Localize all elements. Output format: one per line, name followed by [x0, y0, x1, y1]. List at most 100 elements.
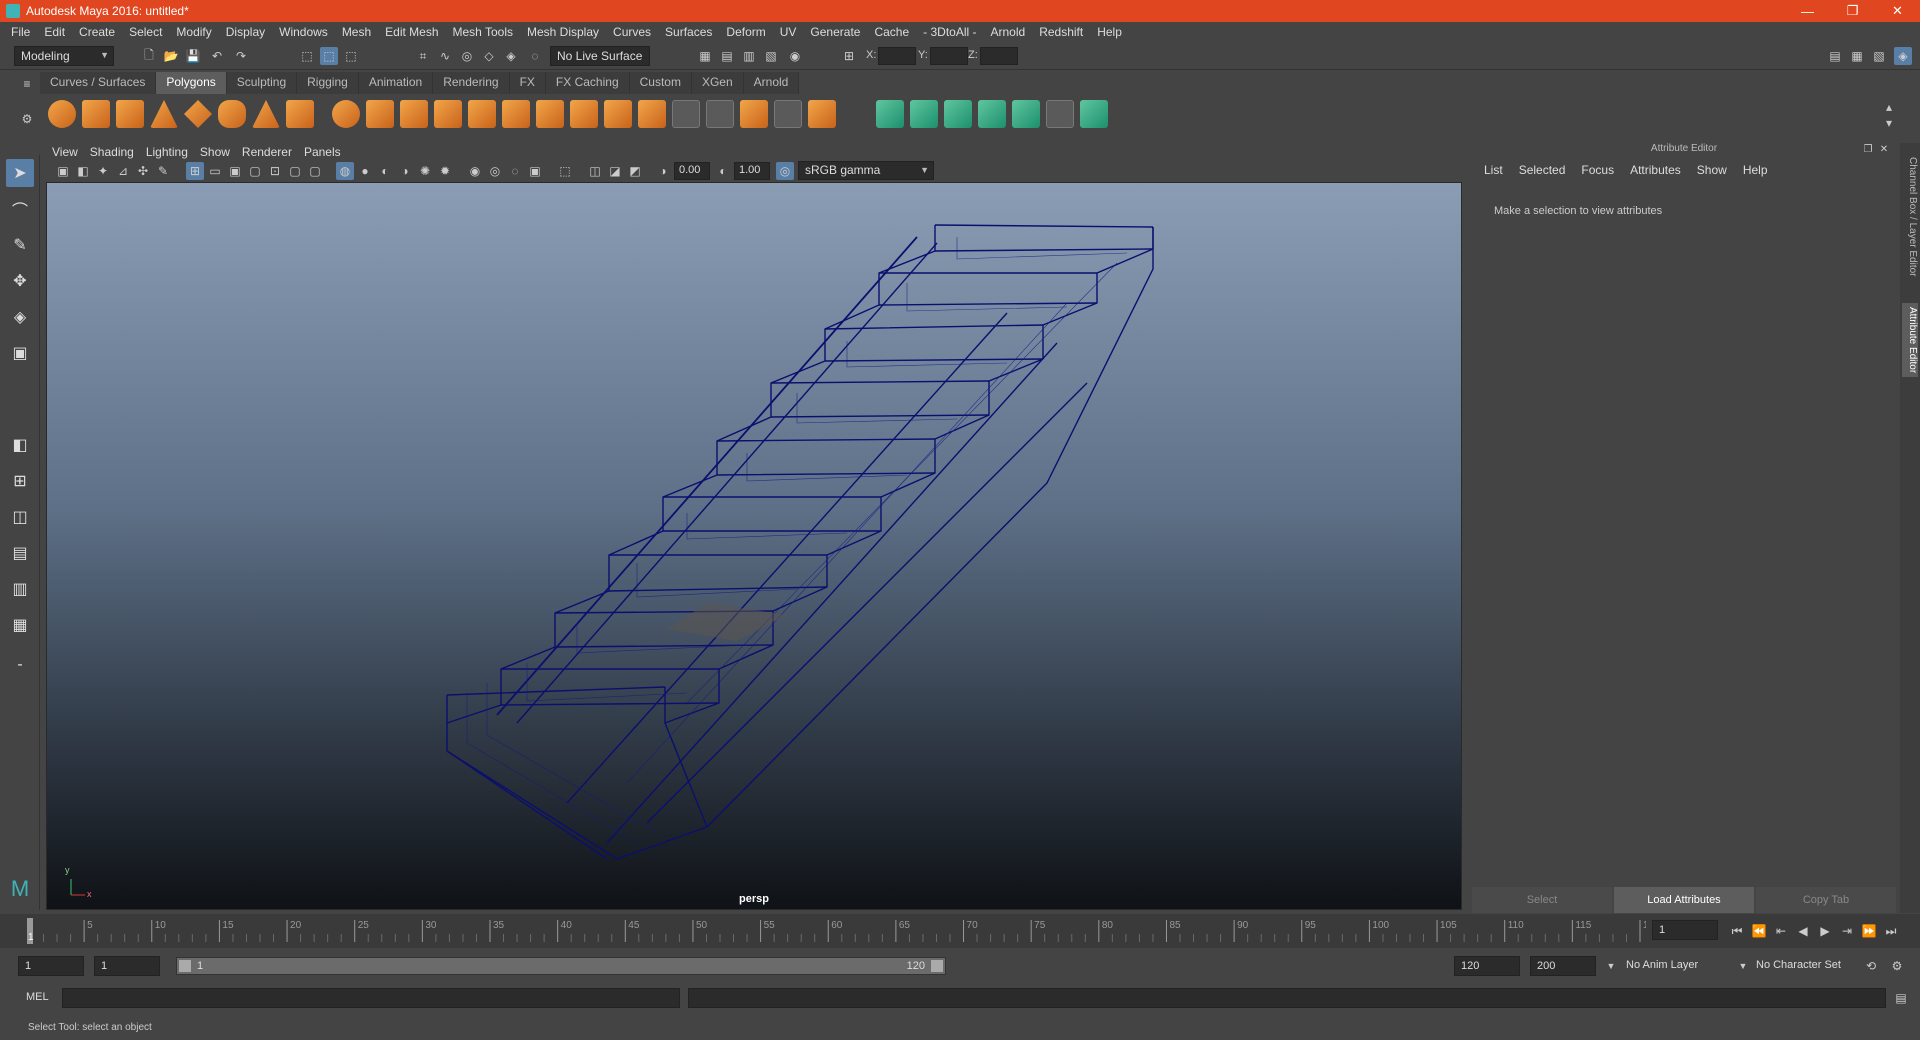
checker-icon[interactable] [1046, 100, 1074, 128]
snap-curve-icon[interactable]: ∿ [436, 47, 454, 65]
playback-end-field[interactable]: 120 [1454, 956, 1520, 976]
command-input[interactable] [62, 988, 680, 1008]
bevel-icon[interactable] [536, 100, 564, 128]
menu-modify[interactable]: Modify [169, 25, 218, 39]
boolean-icon[interactable] [434, 100, 462, 128]
float-panel-icon[interactable]: ❐ [1862, 143, 1874, 155]
uv-automatic-icon[interactable] [978, 100, 1006, 128]
poly-sphere-icon[interactable] [48, 100, 76, 128]
go-to-start-icon[interactable]: ⏮ [1728, 922, 1746, 940]
ipr-render-icon[interactable]: ▥ [740, 47, 758, 65]
shelf-tab-rendering[interactable]: Rendering [433, 72, 510, 94]
gate-mask-icon[interactable]: ▢ [246, 162, 264, 180]
menu-redshift[interactable]: Redshift [1032, 25, 1090, 39]
menu-windows[interactable]: Windows [272, 25, 335, 39]
xray-icon[interactable]: ◫ [586, 162, 604, 180]
append-icon[interactable] [638, 100, 666, 128]
live-surface-field[interactable]: No Live Surface [550, 46, 650, 66]
bridge-icon[interactable] [570, 100, 598, 128]
range-start-handle[interactable] [179, 960, 191, 972]
shelf-tab-arnold[interactable]: Arnold [743, 72, 800, 94]
shelf-tab-polygons[interactable]: Polygons [156, 72, 227, 94]
load-attributes-button[interactable]: Load Attributes [1614, 887, 1754, 913]
motion-blur-icon[interactable]: ◎ [486, 162, 504, 180]
single-perspective-layout-icon[interactable]: ◧ [6, 431, 34, 459]
select-object-icon[interactable]: ⬚ [320, 47, 338, 65]
render-frame-icon[interactable]: ▤ [718, 47, 736, 65]
film-gate-icon[interactable]: ▭ [206, 162, 224, 180]
ae-menu-help[interactable]: Help [1735, 163, 1776, 177]
panel-menu-panels[interactable]: Panels [298, 145, 347, 159]
wireframe-on-shaded-icon[interactable]: ◐ [376, 162, 394, 180]
select-button[interactable]: Select [1472, 887, 1612, 913]
textured-icon[interactable]: ◑ [396, 162, 414, 180]
step-back-key-icon[interactable]: ⇤ [1772, 922, 1790, 940]
tool-settings-icon[interactable]: ▧ [1870, 47, 1888, 65]
shelf-menu-icon[interactable]: ≡ [18, 75, 36, 93]
menu-create[interactable]: Create [72, 25, 122, 39]
transform-mode-icon[interactable]: ⊞ [840, 47, 858, 65]
make-live-icon[interactable]: ◌ [526, 47, 544, 65]
menu-generate[interactable]: Generate [803, 25, 867, 39]
multi-cut-icon[interactable] [604, 100, 632, 128]
shadows-icon[interactable]: ✹ [436, 162, 454, 180]
minimize-button[interactable]: — [1785, 0, 1830, 22]
playback-start-field[interactable]: 1 [94, 956, 160, 976]
persp-graph-layout-icon[interactable]: ▤ [6, 539, 34, 567]
combine-icon[interactable] [332, 100, 360, 128]
rotate-tool-icon[interactable]: ◈ [6, 303, 34, 331]
select-hierarchy-icon[interactable]: ⬚ [298, 47, 316, 65]
x-field[interactable] [878, 47, 916, 65]
lasso-tool-icon[interactable]: ⌒ [6, 195, 34, 223]
chevron-down-icon[interactable]: ▼ [1602, 957, 1620, 975]
step-forward-frame-icon[interactable]: ⏩ [1860, 922, 1878, 940]
poly-pipe-icon[interactable] [286, 100, 314, 128]
copy-tab-button[interactable]: Copy Tab [1756, 887, 1896, 913]
safe-title-icon[interactable]: ▢ [306, 162, 324, 180]
merge-icon[interactable] [740, 100, 768, 128]
move-tool-icon[interactable]: ✥ [6, 267, 34, 295]
persp-outliner-layout-icon[interactable]: ▥ [6, 575, 34, 603]
uv-spherical-icon[interactable] [944, 100, 972, 128]
menu-3dtoall[interactable]: - 3DtoAll - [916, 25, 983, 39]
wireframe-icon[interactable]: ◍ [336, 162, 354, 180]
toolbox-collapse-icon[interactable]: - [6, 651, 34, 679]
shelf-scroll-down-icon[interactable]: ▾ [1880, 114, 1898, 132]
field-chart-icon[interactable]: ⊡ [266, 162, 284, 180]
four-view-layout-icon[interactable]: ⊞ [6, 467, 34, 495]
attribute-editor-tab[interactable]: Attribute Editor [1902, 303, 1918, 378]
bookmark-icon[interactable]: ✦ [94, 162, 112, 180]
anim-layer-dropdown[interactable]: No Anim Layer [1622, 956, 1738, 976]
resolution-gate-icon[interactable]: ▣ [226, 162, 244, 180]
gamma-field[interactable]: 1.00 [734, 162, 770, 180]
hypershade-icon[interactable]: ◉ [786, 47, 804, 65]
shelf-options-icon[interactable]: ⚙ [18, 110, 36, 128]
menu-mesh[interactable]: Mesh [335, 25, 378, 39]
ae-menu-attributes[interactable]: Attributes [1622, 163, 1689, 177]
play-forwards-icon[interactable]: ▶ [1816, 922, 1834, 940]
auto-key-icon[interactable]: ⟲ [1862, 957, 1880, 975]
step-forward-key-icon[interactable]: ⇥ [1838, 922, 1856, 940]
snap-surface-icon[interactable]: ◈ [502, 47, 520, 65]
offset-edge-loop-icon[interactable] [706, 100, 734, 128]
panel-menu-shading[interactable]: Shading [84, 145, 140, 159]
isolate-select-icon[interactable]: ⬚ [556, 162, 574, 180]
use-all-lights-icon[interactable]: ✺ [416, 162, 434, 180]
script-editor-icon[interactable]: ▤ [1892, 989, 1910, 1007]
ae-menu-list[interactable]: List [1476, 163, 1511, 177]
two-d-pan-icon[interactable]: ✣ [134, 162, 152, 180]
shelf-tab-custom[interactable]: Custom [629, 72, 692, 94]
side-by-side-layout-icon[interactable]: ◫ [6, 503, 34, 531]
z-field[interactable] [980, 47, 1018, 65]
paint-select-tool-icon[interactable]: ✎ [6, 231, 34, 259]
menu-help[interactable]: Help [1090, 25, 1129, 39]
uv-planar-icon[interactable] [876, 100, 904, 128]
time-slider[interactable]: 5 10 15 20 25 30 35 40 45 50 55 60 65 70 75 80 85 90 95 100… [0, 914, 1920, 948]
panel-menu-view[interactable]: View [46, 145, 84, 159]
channel-box-tab[interactable]: Channel Box / Layer Editor [1902, 153, 1918, 281]
current-frame-field[interactable]: 1 [1652, 920, 1718, 940]
insert-edge-loop-icon[interactable] [672, 100, 700, 128]
save-scene-icon[interactable]: 💾 [184, 47, 202, 65]
range-end-handle[interactable] [931, 960, 943, 972]
ae-menu-focus[interactable]: Focus [1573, 163, 1622, 177]
